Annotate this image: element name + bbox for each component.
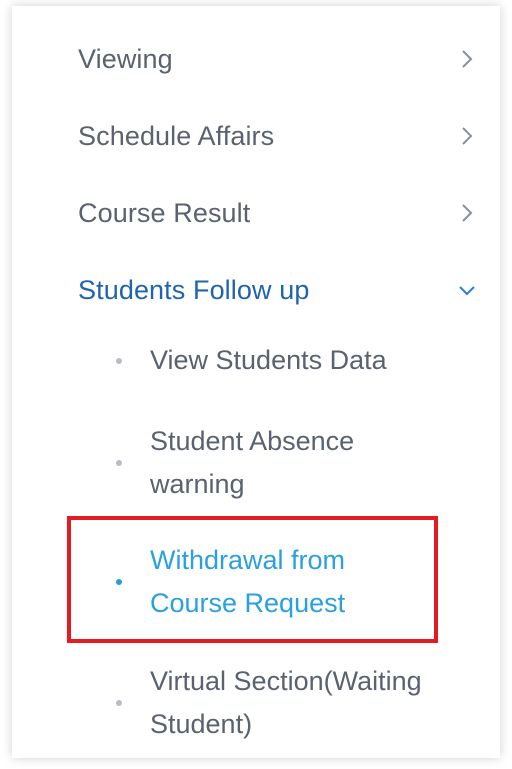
bullet-icon [116,700,122,706]
submenu-item-label: Student Absence [150,426,355,456]
submenu-item-label-continued: Student) [150,709,253,739]
menu-item-label: Viewing [78,43,173,74]
menu-item-course-result[interactable]: Course Result [78,193,478,233]
chevron-right-icon [456,202,478,224]
menu-item-label: Students Follow up [78,274,310,305]
menu-item-label: Schedule Affairs [78,120,275,151]
submenu-item-text: Virtual Section(Waiting Student) [150,660,422,746]
submenu-item-student-absence-warning[interactable]: Student Absence warning [116,420,496,506]
submenu-item-label: View Students Data [150,345,387,375]
submenu-item-label-continued: warning [150,469,245,499]
chevron-down-icon [456,279,478,301]
submenu-item-virtual-section[interactable]: Virtual Section(Waiting Student) [116,660,496,746]
chevron-right-icon [456,125,478,147]
bullet-icon [116,460,122,466]
menu-item-schedule-affairs[interactable]: Schedule Affairs [78,116,478,156]
bullet-icon [116,357,122,364]
submenu-item-text: Student Absence warning [150,420,354,506]
menu-item-students-follow-up[interactable]: Students Follow up [78,270,478,310]
menu-item-label: Course Result [78,197,251,228]
sidebar-menu: Viewing Schedule Affairs Course Result S… [12,6,500,758]
chevron-right-icon [456,48,478,70]
submenu-item-view-students-data[interactable]: View Students Data [116,339,496,382]
menu-item-viewing[interactable]: Viewing [78,39,478,79]
submenu-item-label: Virtual Section(Waiting [150,666,422,696]
submenu-item-text: View Students Data [150,339,387,382]
highlight-box [67,516,438,643]
screenshot-frame: Viewing Schedule Affairs Course Result S… [0,0,512,769]
